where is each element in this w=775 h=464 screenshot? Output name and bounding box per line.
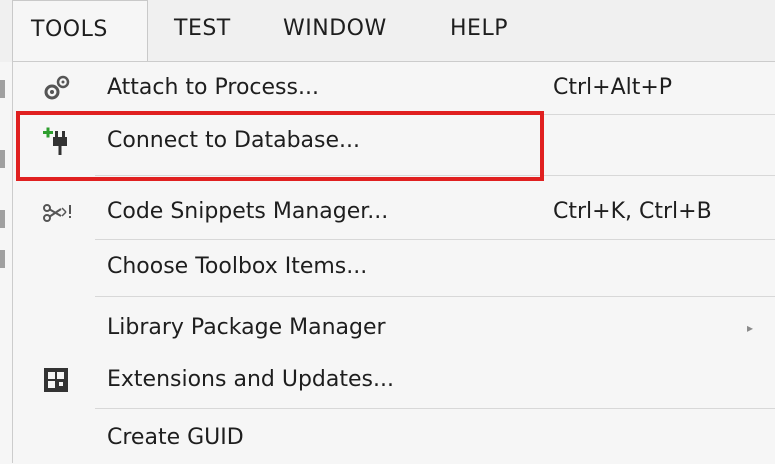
background-edge-mark <box>0 250 5 268</box>
menu-item-shortcut: Ctrl+Alt+P <box>553 75 673 100</box>
extensions-icon <box>41 364 73 396</box>
highlight-annotation <box>16 111 544 181</box>
menu-window-label: WINDOW <box>283 16 387 41</box>
menu-item-code-snippets-manager[interactable]: Code Snippets Manager... Ctrl+K, Ctrl+B <box>13 186 775 238</box>
menu-test[interactable]: TEST <box>174 0 231 60</box>
menu-help[interactable]: HELP <box>450 0 508 60</box>
menu-item-label: Extensions and Updates... <box>107 367 394 392</box>
attach-process-icon <box>41 72 73 104</box>
menu-bar: TOOLS TEST WINDOW HELP <box>0 0 775 62</box>
menu-tools[interactable]: TOOLS <box>12 0 148 62</box>
menu-item-label: Choose Toolbox Items... <box>107 254 368 279</box>
background-edge-mark <box>0 80 5 98</box>
menu-item-label: Attach to Process... <box>107 75 319 100</box>
submenu-arrow-icon: ▸ <box>747 321 754 335</box>
menu-item-shortcut: Ctrl+K, Ctrl+B <box>553 199 712 224</box>
menu-item-label: Create GUID <box>107 425 244 450</box>
menu-separator <box>95 239 775 240</box>
menu-item-choose-toolbox-items[interactable]: Choose Toolbox Items... <box>13 241 775 293</box>
menu-tools-label: TOOLS <box>31 17 108 42</box>
menu-item-label: Library Package Manager <box>107 315 386 340</box>
menu-separator <box>95 408 775 409</box>
menu-item-label: Code Snippets Manager... <box>107 199 389 224</box>
menu-item-create-guid[interactable]: Create GUID <box>13 412 775 464</box>
code-snippets-icon <box>41 196 73 228</box>
menu-item-library-package-manager[interactable]: Library Package Manager ▸ <box>13 302 775 354</box>
menu-test-label: TEST <box>174 16 231 41</box>
background-edge-mark <box>0 150 5 168</box>
menu-help-label: HELP <box>450 16 508 41</box>
menu-separator <box>95 296 775 297</box>
menu-item-extensions-and-updates[interactable]: Extensions and Updates... <box>13 354 775 406</box>
background-edge-mark <box>0 210 5 228</box>
menu-window[interactable]: WINDOW <box>283 0 387 60</box>
menu-item-attach-to-process[interactable]: Attach to Process... Ctrl+Alt+P <box>13 62 775 114</box>
